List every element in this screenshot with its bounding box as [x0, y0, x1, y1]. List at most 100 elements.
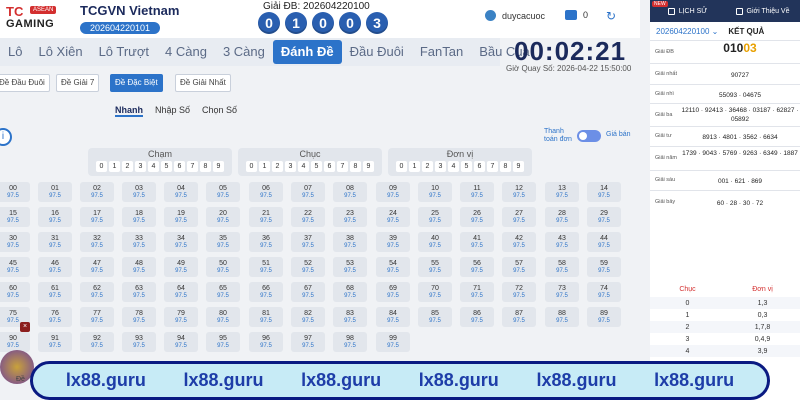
- number-cell[interactable]: 22 97.5: [291, 207, 325, 227]
- number-cell[interactable]: 95 97.5: [206, 332, 240, 352]
- number-cell[interactable]: 29 97.5: [587, 207, 621, 227]
- number-cell[interactable]: 67 97.5: [291, 282, 325, 302]
- digit-button[interactable]: 5: [461, 161, 472, 172]
- nav-item[interactable]: Lô Xiên: [30, 40, 90, 64]
- number-cell[interactable]: 68 97.5: [333, 282, 367, 302]
- nav-item[interactable]: FanTan: [412, 40, 471, 64]
- number-cell[interactable]: 87 97.5: [502, 307, 536, 327]
- number-cell[interactable]: 21 97.5: [249, 207, 283, 227]
- number-cell[interactable]: 98 97.5: [333, 332, 367, 352]
- number-cell[interactable]: 97 97.5: [291, 332, 325, 352]
- number-cell[interactable]: 39 97.5: [376, 232, 410, 252]
- price-toggle[interactable]: [577, 130, 601, 142]
- info-icon[interactable]: i: [0, 128, 12, 146]
- tab-intro[interactable]: Giới Thiệu Về: [725, 0, 800, 22]
- number-cell[interactable]: 32 97.5: [80, 232, 114, 252]
- digit-button[interactable]: 8: [350, 161, 361, 172]
- number-cell[interactable]: 96 97.5: [249, 332, 283, 352]
- number-cell[interactable]: 07 97.5: [291, 182, 325, 202]
- digit-button[interactable]: 7: [187, 161, 198, 172]
- number-cell[interactable]: 44 97.5: [587, 232, 621, 252]
- digit-button[interactable]: 7: [487, 161, 498, 172]
- number-cell[interactable]: 58 97.5: [545, 257, 579, 277]
- number-cell[interactable]: 02 97.5: [80, 182, 114, 202]
- number-cell[interactable]: 88 97.5: [545, 307, 579, 327]
- number-cell[interactable]: 10 97.5: [418, 182, 452, 202]
- number-cell[interactable]: 40 97.5: [418, 232, 452, 252]
- number-cell[interactable]: 69 97.5: [376, 282, 410, 302]
- digit-button[interactable]: 5: [311, 161, 322, 172]
- number-cell[interactable]: 86 97.5: [460, 307, 494, 327]
- number-cell[interactable]: 26 97.5: [460, 207, 494, 227]
- number-cell[interactable]: 27 97.5: [502, 207, 536, 227]
- number-cell[interactable]: 35 97.5: [206, 232, 240, 252]
- number-cell[interactable]: 56 97.5: [460, 257, 494, 277]
- number-cell[interactable]: 74 97.5: [587, 282, 621, 302]
- digit-button[interactable]: 2: [422, 161, 433, 172]
- digit-button[interactable]: 2: [122, 161, 133, 172]
- number-cell[interactable]: 85 97.5: [418, 307, 452, 327]
- digit-button[interactable]: 3: [135, 161, 146, 172]
- number-cell[interactable]: 05 97.5: [206, 182, 240, 202]
- number-cell[interactable]: 51 97.5: [249, 257, 283, 277]
- number-cell[interactable]: 34 97.5: [164, 232, 198, 252]
- number-cell[interactable]: 52 97.5: [291, 257, 325, 277]
- draw-select[interactable]: 202604220100 ⌄: [656, 27, 718, 36]
- number-cell[interactable]: 79 97.5: [164, 307, 198, 327]
- number-cell[interactable]: 72 97.5: [502, 282, 536, 302]
- number-cell[interactable]: 45 97.5: [0, 257, 30, 277]
- number-cell[interactable]: 17 97.5: [80, 207, 114, 227]
- number-cell[interactable]: 37 97.5: [291, 232, 325, 252]
- number-cell[interactable]: 31 97.5: [38, 232, 72, 252]
- number-cell[interactable]: 18 97.5: [122, 207, 156, 227]
- number-cell[interactable]: 90 97.5: [0, 332, 30, 352]
- digit-button[interactable]: 8: [500, 161, 511, 172]
- refresh-icon[interactable]: ↻: [606, 9, 616, 23]
- number-cell[interactable]: 46 97.5: [38, 257, 72, 277]
- number-cell[interactable]: 03 97.5: [122, 182, 156, 202]
- bet-type-tab[interactable]: Đề Đầu Đuôi: [0, 74, 50, 92]
- number-cell[interactable]: 50 97.5: [206, 257, 240, 277]
- number-cell[interactable]: 12 97.5: [502, 182, 536, 202]
- number-cell[interactable]: 33 97.5: [122, 232, 156, 252]
- number-cell[interactable]: 70 97.5: [418, 282, 452, 302]
- number-cell[interactable]: 63 97.5: [122, 282, 156, 302]
- number-cell[interactable]: 15 97.5: [0, 207, 30, 227]
- number-cell[interactable]: 61 97.5: [38, 282, 72, 302]
- close-icon[interactable]: ×: [20, 322, 30, 332]
- digit-button[interactable]: 6: [324, 161, 335, 172]
- number-cell[interactable]: 19 97.5: [164, 207, 198, 227]
- input-mode-tab[interactable]: Nhập Số: [155, 105, 190, 117]
- number-cell[interactable]: 89 97.5: [587, 307, 621, 327]
- number-cell[interactable]: 84 97.5: [376, 307, 410, 327]
- number-cell[interactable]: 78 97.5: [122, 307, 156, 327]
- number-cell[interactable]: 23 97.5: [333, 207, 367, 227]
- number-cell[interactable]: 42 97.5: [502, 232, 536, 252]
- number-cell[interactable]: 49 97.5: [164, 257, 198, 277]
- number-cell[interactable]: 24 97.5: [376, 207, 410, 227]
- number-cell[interactable]: 76 97.5: [38, 307, 72, 327]
- number-cell[interactable]: 99 97.5: [376, 332, 410, 352]
- digit-button[interactable]: 7: [337, 161, 348, 172]
- promo-banner[interactable]: lx88.guru lx88.guru lx88.guru lx88.guru lx88…: [30, 361, 770, 400]
- digit-button[interactable]: 1: [109, 161, 120, 172]
- number-cell[interactable]: 08 97.5: [333, 182, 367, 202]
- number-cell[interactable]: 53 97.5: [333, 257, 367, 277]
- number-cell[interactable]: 94 97.5: [164, 332, 198, 352]
- digit-button[interactable]: 5: [161, 161, 172, 172]
- number-cell[interactable]: 82 97.5: [291, 307, 325, 327]
- digit-button[interactable]: 6: [174, 161, 185, 172]
- nav-item[interactable]: 4 Càng: [157, 40, 215, 64]
- digit-button[interactable]: 8: [200, 161, 211, 172]
- nav-item[interactable]: Đánh Đề: [272, 40, 342, 64]
- bet-type-tab[interactable]: Đề Giải 7: [56, 74, 100, 92]
- bet-type-tab[interactable]: Đề Đặc Biệt: [110, 74, 163, 92]
- digit-button[interactable]: 1: [259, 161, 270, 172]
- number-cell[interactable]: 48 97.5: [122, 257, 156, 277]
- number-cell[interactable]: 00 97.5: [0, 182, 30, 202]
- number-cell[interactable]: 57 97.5: [502, 257, 536, 277]
- digit-button[interactable]: 9: [213, 161, 224, 172]
- digit-button[interactable]: 0: [246, 161, 257, 172]
- number-cell[interactable]: 83 97.5: [333, 307, 367, 327]
- number-cell[interactable]: 64 97.5: [164, 282, 198, 302]
